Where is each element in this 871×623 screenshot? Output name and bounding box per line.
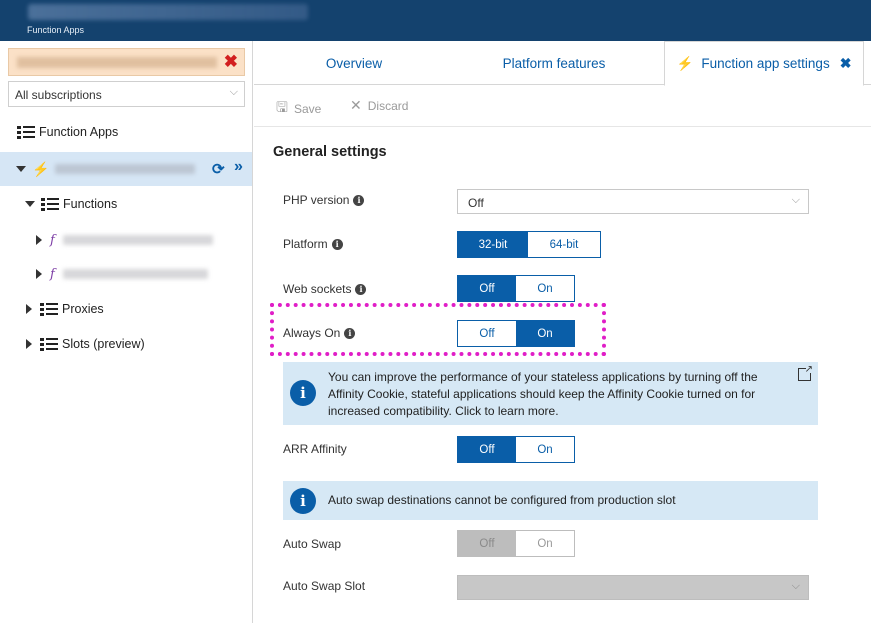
platform-label: Platform i	[283, 237, 343, 251]
tab-function-app-settings[interactable]: ⚡ Function app settings ✖	[664, 41, 864, 86]
caret-right-icon[interactable]	[36, 269, 42, 279]
resource-tree-panel: ✖ All subscriptions ⌵ Function Apps ⚡ ⟳ …	[0, 41, 253, 623]
app-name-redacted	[55, 164, 196, 174]
platform-32bit[interactable]: 32-bit	[458, 232, 528, 257]
auto-swap-off: Off	[458, 531, 516, 556]
tree-function-2[interactable]: f	[36, 263, 208, 285]
auto-swap-on: On	[516, 531, 574, 556]
list-icon	[40, 301, 58, 317]
platform-64bit[interactable]: 64-bit	[528, 232, 600, 257]
info-icon: i	[290, 380, 316, 406]
tab-platform-features[interactable]: Platform features	[474, 41, 634, 85]
function-name-redacted	[62, 269, 208, 279]
list-icon	[17, 124, 35, 140]
external-link-icon[interactable]: ↗	[798, 365, 814, 381]
function-icon: f	[50, 266, 55, 282]
caret-down-icon[interactable]	[16, 166, 26, 172]
caret-right-icon[interactable]	[26, 304, 32, 314]
save-icon: 🖫	[276, 99, 288, 115]
chevron-down-icon: ⌵	[791, 580, 800, 592]
arr-affinity-toggle[interactable]: Off On	[457, 436, 575, 463]
double-chevron-icon[interactable]: »	[234, 158, 243, 176]
discard-icon: ✕	[350, 97, 362, 113]
chevron-down-icon: ⌵	[229, 86, 238, 98]
tree-functions[interactable]: Functions	[25, 193, 117, 215]
auto-swap-slot-label: Auto Swap Slot	[283, 579, 366, 593]
highlight-annotation	[270, 303, 606, 356]
auto-swap-toggle: Off On	[457, 530, 575, 557]
auto-swap-label: Auto Swap	[283, 537, 342, 551]
swap-info-banner: i Auto swap destinations cannot be confi…	[283, 481, 818, 520]
tab-overview[interactable]: Overview	[284, 41, 424, 85]
info-icon: i	[290, 488, 316, 514]
affinity-info-banner[interactable]: i You can improve the performance of you…	[283, 362, 818, 425]
caret-down-icon[interactable]	[25, 201, 35, 207]
function-icon: f	[50, 232, 55, 248]
tree-selected-app[interactable]: ⚡ ⟳ »	[0, 152, 252, 186]
tree-slots[interactable]: Slots (preview)	[26, 333, 145, 355]
caret-right-icon[interactable]	[26, 339, 32, 349]
app-title-redacted	[28, 4, 308, 20]
web-sockets-toggle[interactable]: Off On	[457, 275, 575, 302]
platform-toggle[interactable]: 32-bit 64-bit	[457, 231, 601, 258]
breadcrumb[interactable]: Function Apps	[27, 25, 84, 35]
info-icon[interactable]: i	[331, 238, 343, 250]
arr-affinity-label: ARR Affinity	[283, 442, 347, 456]
function-name-redacted	[62, 235, 213, 245]
info-icon[interactable]: i	[355, 283, 367, 295]
refresh-icon[interactable]: ⟳	[212, 160, 225, 178]
web-sockets-on[interactable]: On	[516, 276, 574, 301]
section-title: General settings	[273, 144, 387, 160]
top-bar: Function Apps	[0, 0, 871, 41]
php-version-label: PHP version i	[283, 193, 365, 207]
search-filter[interactable]: ✖	[8, 48, 245, 76]
auto-swap-slot-dropdown: ⌵	[457, 575, 809, 600]
chevron-down-icon: ⌵	[791, 194, 800, 206]
save-button[interactable]: 🖫 Save	[276, 97, 321, 121]
list-icon	[41, 196, 59, 212]
lightning-icon: ⚡	[676, 55, 694, 71]
tree-proxies[interactable]: Proxies	[26, 298, 104, 320]
caret-right-icon[interactable]	[36, 235, 42, 245]
arr-affinity-off[interactable]: Off	[458, 437, 516, 462]
close-tab-icon[interactable]: ✖	[840, 55, 852, 72]
tree-function-apps[interactable]: Function Apps	[17, 121, 118, 143]
clear-search-icon[interactable]: ✖	[224, 53, 238, 71]
toolbar: 🖫 Save ✕ Discard	[254, 85, 871, 127]
lightning-icon: ⚡	[32, 160, 50, 177]
php-version-dropdown[interactable]: Off ⌵	[457, 189, 809, 214]
search-text-redacted	[17, 57, 217, 68]
web-sockets-off[interactable]: Off	[458, 276, 516, 301]
discard-button[interactable]: ✕ Discard	[350, 97, 408, 114]
tree-function-1[interactable]: f	[36, 229, 213, 251]
info-icon[interactable]: i	[353, 194, 365, 206]
list-icon	[40, 336, 58, 352]
web-sockets-label: Web sockets i	[283, 282, 367, 296]
subscription-dropdown[interactable]: All subscriptions ⌵	[8, 81, 245, 107]
tab-bar: Overview Platform features ⚡ Function ap…	[254, 41, 871, 86]
arr-affinity-on[interactable]: On	[516, 437, 574, 462]
